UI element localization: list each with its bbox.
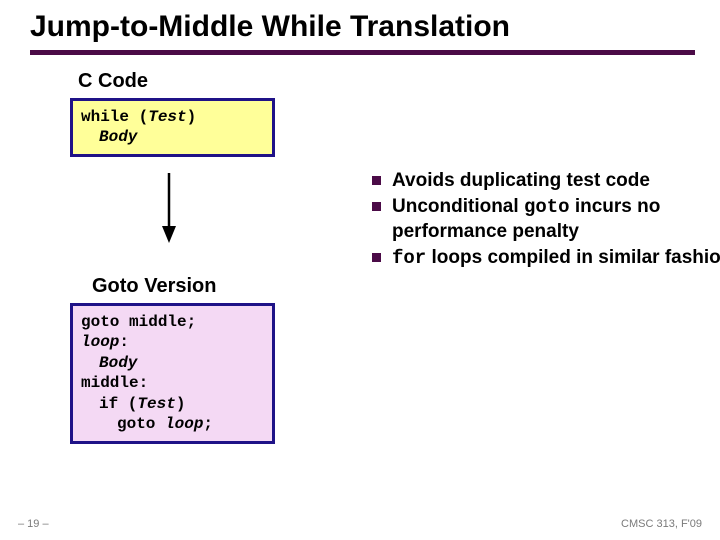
- code-text: goto loop;: [81, 414, 213, 434]
- bullet-text: loops compiled in similar fashion: [426, 247, 720, 268]
- code-text: ;: [203, 415, 213, 433]
- bullet-item: Unconditional goto incurs no performance…: [370, 195, 720, 244]
- code-line: goto middle;: [81, 312, 264, 332]
- goto-version-heading: Goto Version: [92, 275, 216, 298]
- code-line: if (Test): [81, 394, 264, 414]
- code-line: Body: [81, 127, 264, 147]
- bullet-text: Unconditional: [392, 196, 524, 217]
- code-text-italic: Test: [137, 395, 175, 413]
- bullet-text-mono: goto: [524, 196, 570, 218]
- code-line: while (Test): [81, 107, 264, 127]
- code-text-italic: Body: [81, 353, 137, 373]
- code-text-italic: loop: [81, 333, 119, 351]
- bullet-text-mono: for: [392, 247, 426, 269]
- code-text: while (: [81, 108, 148, 126]
- code-text-italic: Body: [81, 127, 137, 147]
- c-code-heading: C Code: [78, 70, 148, 93]
- code-text-italic: Test: [148, 108, 186, 126]
- code-text: if (: [99, 395, 137, 413]
- slide-number: – 19 –: [18, 518, 49, 530]
- course-id: CMSC 313, F'09: [621, 518, 702, 530]
- goto-code-box: goto middle; loop: Body middle: if (Test…: [70, 303, 275, 444]
- slide-title: Jump-to-Middle While Translation: [30, 10, 695, 55]
- code-text: ): [187, 108, 197, 126]
- arrow-down-icon: [158, 168, 180, 253]
- code-line: loop:: [81, 332, 264, 352]
- code-text-italic: loop: [165, 415, 203, 433]
- code-text: goto: [117, 415, 165, 433]
- code-line: middle:: [81, 373, 264, 393]
- bullet-item: for loops compiled in similar fashion: [370, 246, 720, 270]
- code-text: if (Test): [81, 394, 185, 414]
- c-code-box: while (Test) Body: [70, 98, 275, 157]
- code-line: goto loop;: [81, 414, 264, 434]
- bullet-item: Avoids duplicating test code: [370, 169, 720, 193]
- code-text: :: [119, 333, 129, 351]
- code-line: Body: [81, 353, 264, 373]
- bullet-list: Avoids duplicating test code Uncondition…: [330, 169, 720, 272]
- code-text: ): [176, 395, 186, 413]
